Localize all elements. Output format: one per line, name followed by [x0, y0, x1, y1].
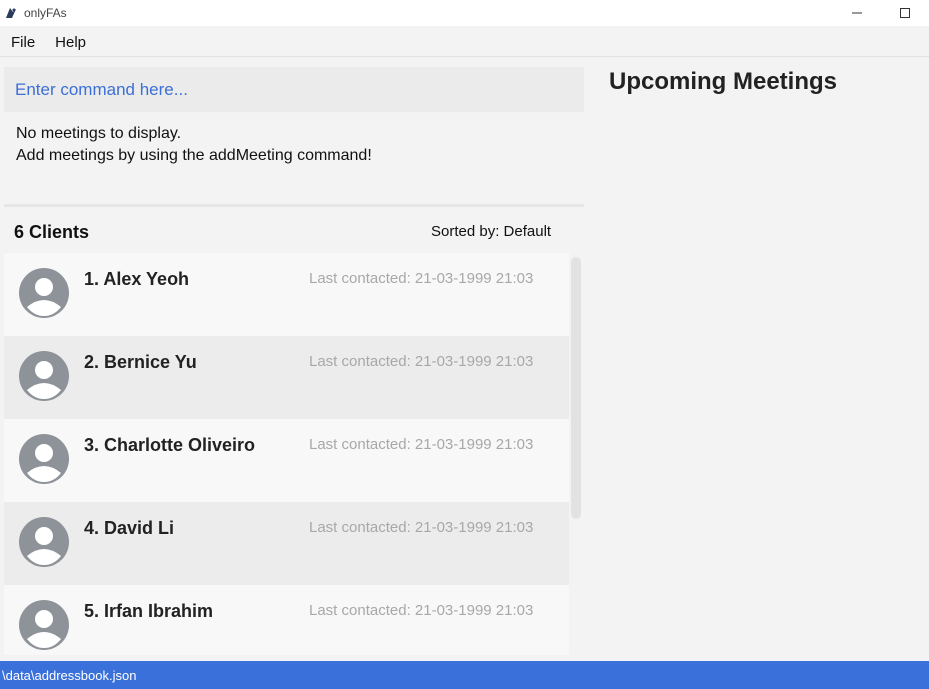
window-title: onlyFAs	[24, 6, 67, 20]
avatar-icon	[19, 434, 69, 484]
menu-help[interactable]: Help	[44, 34, 95, 51]
title-bar: onlyFAs	[0, 0, 929, 26]
data-file-path: \data\addressbook.json	[2, 667, 137, 683]
client-card[interactable]: 2. Bernice Yu Last contacted: 21-03-1999…	[4, 336, 569, 419]
meetings-title: Upcoming Meetings	[609, 68, 838, 95]
client-name: 3. Charlotte Oliveiro	[84, 435, 256, 455]
window-controls	[833, 0, 929, 26]
app-logo-icon	[3, 5, 19, 21]
last-contacted: Last contacted: 21-03-1999 21:03	[309, 602, 534, 619]
divider	[4, 204, 584, 207]
minimize-button[interactable]	[833, 0, 881, 26]
avatar-icon	[19, 600, 69, 650]
client-card[interactable]: 5. Irfan Ibrahim Last contacted: 21-03-1…	[4, 585, 569, 655]
avatar-icon	[19, 517, 69, 567]
result-line-1: No meetings to display.	[16, 125, 182, 142]
client-card[interactable]: 4. David Li Last contacted: 21-03-1999 2…	[4, 502, 569, 585]
client-name: 2. Bernice Yu	[84, 352, 197, 372]
client-list: 1. Alex Yeoh Last contacted: 21-03-1999 …	[4, 253, 569, 655]
avatar-icon	[19, 351, 69, 401]
last-contacted: Last contacted: 21-03-1999 21:03	[309, 436, 534, 453]
client-list-scrollbar[interactable]	[571, 257, 581, 519]
client-name: 1. Alex Yeoh	[84, 269, 190, 289]
result-display: No meetings to display. Add meetings by …	[16, 123, 576, 167]
client-name: 5. Irfan Ibrahim	[84, 601, 214, 621]
maximize-icon	[900, 8, 910, 18]
sort-label: Sorted by: Default	[431, 223, 552, 240]
client-card[interactable]: 3. Charlotte Oliveiro Last contacted: 21…	[4, 419, 569, 502]
client-name: 4. David Li	[84, 518, 175, 538]
result-line-2: Add meetings by using the addMeeting com…	[16, 147, 372, 164]
last-contacted: Last contacted: 21-03-1999 21:03	[309, 519, 534, 536]
command-input[interactable]	[15, 79, 584, 100]
maximize-button[interactable]	[881, 0, 929, 26]
last-contacted: Last contacted: 21-03-1999 21:03	[309, 270, 534, 287]
menu-bar: File Help	[0, 29, 929, 57]
client-count-header: 6 Clients	[14, 222, 90, 242]
status-bar: \data\addressbook.json	[0, 661, 929, 689]
menu-file[interactable]: File	[0, 34, 44, 51]
last-contacted: Last contacted: 21-03-1999 21:03	[309, 353, 534, 370]
command-box	[4, 67, 584, 112]
client-card[interactable]: 1. Alex Yeoh Last contacted: 21-03-1999 …	[4, 253, 569, 336]
minimize-icon	[852, 12, 862, 14]
avatar-icon	[19, 268, 69, 318]
